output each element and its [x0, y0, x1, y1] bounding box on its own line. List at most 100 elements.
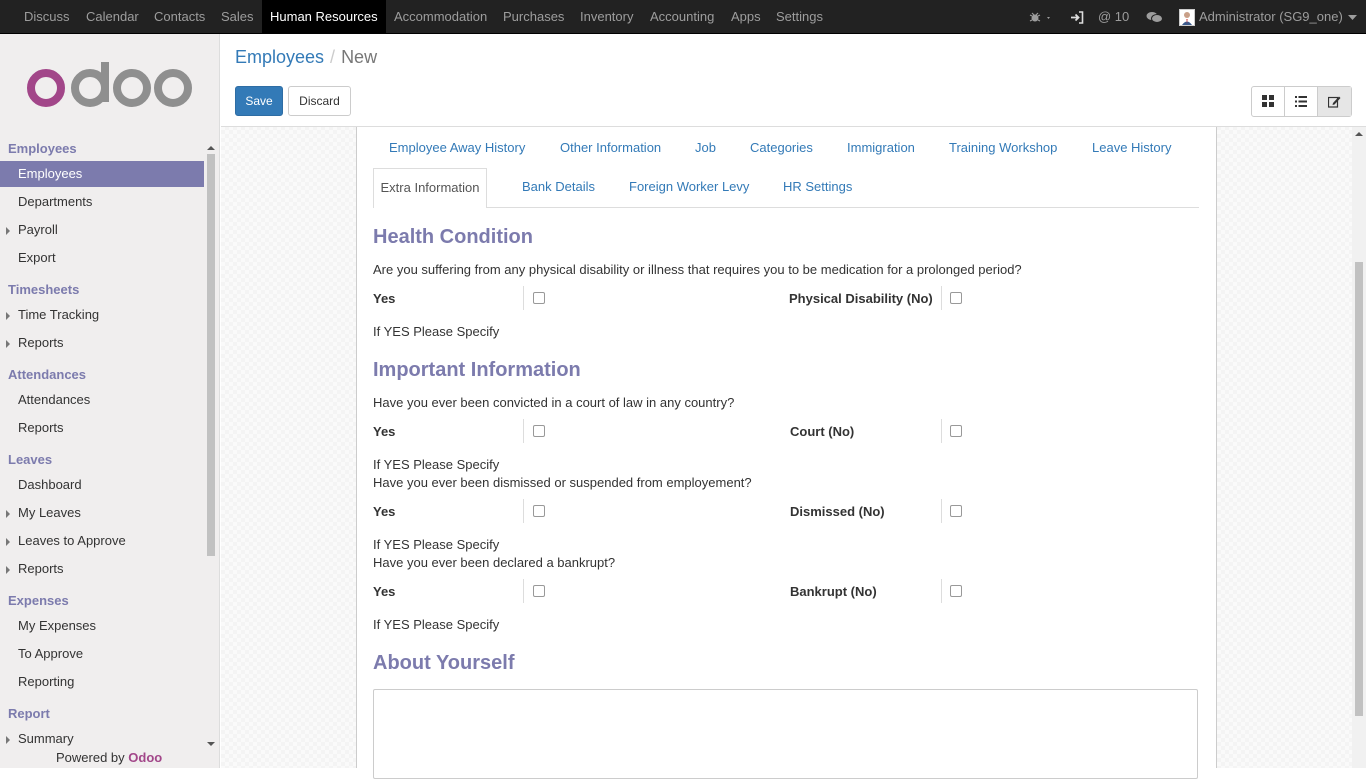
sidebar-item-export[interactable]: Export: [0, 245, 204, 271]
sidebar-scroll-thumb[interactable]: [207, 154, 215, 556]
scroll-up-icon[interactable]: [1352, 129, 1366, 139]
menu-human-resources[interactable]: Human Resources: [262, 0, 386, 34]
sidebar-item-label: Departments: [18, 194, 93, 209]
main-scroll-thumb[interactable]: [1355, 262, 1363, 716]
caret-right-icon: [6, 538, 10, 546]
health-yes-checkbox[interactable]: [533, 292, 545, 304]
divider: [523, 579, 524, 603]
divider: [941, 579, 942, 603]
sidebar-item-leaves-to-approve[interactable]: Leaves to Approve: [0, 528, 204, 554]
menu-accounting[interactable]: Accounting: [650, 0, 714, 34]
save-button[interactable]: Save: [235, 86, 283, 116]
divider: [523, 499, 524, 523]
menu-apps[interactable]: Apps: [731, 0, 761, 34]
user-menu[interactable]: Administrator (SG9_one): [1199, 0, 1343, 34]
menu-calendar[interactable]: Calendar: [86, 0, 139, 34]
bankrupt-specify-label: If YES Please Specify: [373, 617, 500, 632]
menu-settings[interactable]: Settings: [776, 0, 823, 34]
tab-divider: [373, 207, 1199, 208]
sidebar-item-label: Reports: [18, 420, 64, 435]
tab-leave-history[interactable]: Leave History: [1092, 138, 1171, 158]
sidebar-item-label: Leaves to Approve: [18, 533, 126, 548]
tab-employee-away-history[interactable]: Employee Away History: [389, 138, 525, 158]
menu-inventory[interactable]: Inventory: [580, 0, 633, 34]
sidebar-item-time-tracking[interactable]: Time Tracking: [0, 302, 204, 328]
sidebar-item-my-leaves[interactable]: My Leaves: [0, 500, 204, 526]
debug-bug-icon[interactable]: [1029, 0, 1053, 34]
list-icon: [1295, 96, 1307, 107]
dismissed-yes-label: Yes: [373, 504, 396, 519]
sidebar-item-reporting[interactable]: Reporting: [0, 669, 204, 695]
section-attendances: Attendances: [8, 367, 87, 382]
breadcrumb-employees[interactable]: Employees: [235, 47, 324, 67]
divider: [941, 499, 942, 523]
control-panel: Employees / New Save Discard: [221, 34, 1366, 127]
breadcrumb: Employees / New: [235, 47, 377, 67]
section-leaves: Leaves: [8, 452, 53, 467]
kanban-icon: [1262, 95, 1274, 107]
menu-sales[interactable]: Sales: [221, 0, 254, 34]
tab-hr-settings[interactable]: HR Settings: [783, 177, 852, 197]
physical-disability-checkbox[interactable]: [950, 292, 962, 304]
sidebar-item-my-expenses[interactable]: My Expenses: [0, 613, 204, 639]
discard-button[interactable]: Discard: [288, 86, 351, 116]
important-information-title: Important Information: [373, 359, 581, 381]
about-yourself-textarea[interactable]: [373, 689, 1198, 779]
breadcrumb-current: New: [341, 47, 378, 67]
tab-other-information[interactable]: Other Information: [560, 138, 661, 158]
court-yes-checkbox[interactable]: [533, 425, 545, 437]
sidebar-item-to-approve[interactable]: To Approve: [0, 641, 204, 667]
tab-extra-information[interactable]: Extra Information: [373, 168, 487, 208]
main-scrollbar[interactable]: [1352, 127, 1366, 768]
notifications-counter[interactable]: @ 10: [1098, 0, 1129, 34]
bankrupt-yes-checkbox[interactable]: [533, 585, 545, 597]
login-icon[interactable]: [1070, 0, 1084, 34]
tab-job[interactable]: Job: [695, 138, 716, 158]
tab-categories[interactable]: Categories: [750, 138, 813, 158]
form-view-button[interactable]: [1318, 87, 1351, 116]
dismissed-yes-checkbox[interactable]: [533, 505, 545, 517]
bankrupt-question: Have you ever been declared a bankrupt?: [373, 555, 616, 570]
sidebar-item-timesheet-reports[interactable]: Reports: [0, 330, 204, 356]
sidebar-item-label: To Approve: [18, 646, 84, 661]
tab-foreign-worker-levy[interactable]: Foreign Worker Levy: [629, 177, 749, 197]
sidebar-item-dashboard[interactable]: Dashboard: [0, 472, 204, 498]
scroll-down-icon[interactable]: [205, 740, 217, 748]
bankrupt-no-checkbox[interactable]: [950, 585, 962, 597]
sidebar-scrollbar[interactable]: [205, 144, 217, 766]
tab-training-workshop[interactable]: Training Workshop: [949, 138, 1057, 158]
about-yourself-title: About Yourself: [373, 652, 515, 674]
sidebar-item-summary[interactable]: Summary: [0, 726, 204, 752]
odoo-logo[interactable]: [26, 62, 194, 111]
menu-purchases[interactable]: Purchases: [503, 0, 564, 34]
court-no-checkbox[interactable]: [950, 425, 962, 437]
divider: [523, 286, 524, 310]
dismissed-question: Have you ever been dismissed or suspende…: [373, 475, 752, 490]
kanban-view-button[interactable]: [1252, 87, 1285, 116]
sidebar-item-leave-reports[interactable]: Reports: [0, 556, 204, 582]
sidebar-item-attendance-reports[interactable]: Reports: [0, 415, 204, 441]
sidebar-item-departments[interactable]: Departments: [0, 189, 204, 215]
divider: [523, 419, 524, 443]
divider: [941, 419, 942, 443]
menu-accommodation[interactable]: Accommodation: [394, 0, 487, 34]
sidebar-item-employees[interactable]: Employees: [0, 161, 204, 187]
odoo-link[interactable]: Odoo: [128, 750, 162, 765]
chat-icon[interactable]: [1146, 0, 1163, 34]
section-report: Report: [8, 706, 50, 721]
sidebar-item-label: Reporting: [18, 674, 75, 689]
health-condition-title: Health Condition: [373, 226, 533, 248]
sidebar-item-attendances[interactable]: Attendances: [0, 387, 204, 413]
tab-bank-details[interactable]: Bank Details: [522, 177, 595, 197]
sidebar-item-label: Summary: [18, 731, 74, 746]
avatar[interactable]: [1179, 9, 1195, 26]
tab-immigration[interactable]: Immigration: [847, 138, 915, 158]
scroll-up-icon[interactable]: [205, 144, 217, 152]
caret-right-icon: [6, 510, 10, 518]
list-view-button[interactable]: [1285, 87, 1318, 116]
chevron-down-icon: [1348, 0, 1357, 34]
dismissed-no-checkbox[interactable]: [950, 505, 962, 517]
menu-contacts[interactable]: Contacts: [154, 0, 205, 34]
sidebar-item-payroll[interactable]: Payroll: [0, 217, 204, 243]
menu-discuss[interactable]: Discuss: [24, 0, 70, 34]
